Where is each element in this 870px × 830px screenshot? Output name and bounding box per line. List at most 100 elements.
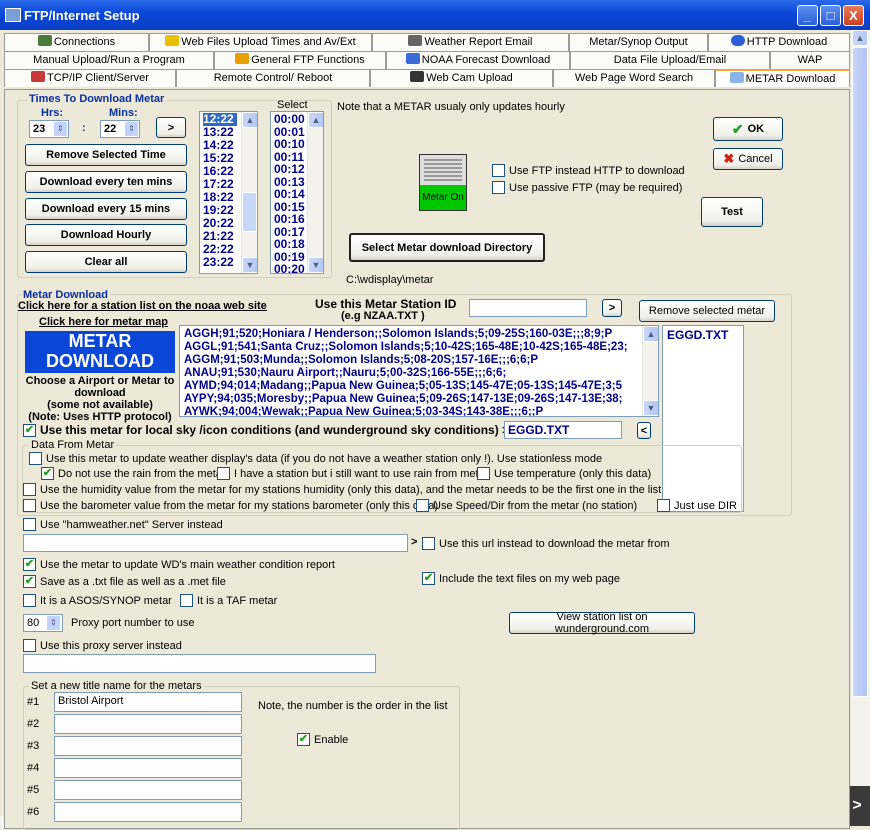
title-input-2[interactable] (54, 714, 242, 734)
proxy-server-checkbox[interactable]: Use this proxy server instead (23, 639, 182, 652)
hrs-spin-icon[interactable]: ⇕ (53, 121, 68, 137)
checkbox-box[interactable] (492, 181, 505, 194)
scroll-down-icon[interactable]: ▼ (242, 257, 257, 273)
list-item[interactable]: AGGH;91;520;Honiara / Henderson;;Solomon… (184, 328, 654, 341)
remove-selected-metar-button[interactable]: Remove selected metar (639, 300, 775, 322)
proxy-server-input[interactable] (23, 654, 376, 673)
select-list-scrollbar[interactable]: ▲ ▼ (307, 112, 323, 273)
checkbox-box[interactable] (477, 467, 490, 480)
maximize-button[interactable]: □ (820, 5, 841, 26)
list-item[interactable]: AGGL;91;541;Santa Cruz;;Solomon Islands;… (184, 341, 654, 354)
mins-spin-icon[interactable]: ⇕ (124, 121, 139, 137)
list-item[interactable]: EGGD.TXT (667, 328, 739, 342)
metar-map-link[interactable]: Click here for metar map (39, 316, 168, 328)
checkbox-box[interactable] (416, 499, 429, 512)
cancel-button[interactable]: ✖ Cancel (713, 148, 783, 170)
checkbox-box[interactable] (422, 537, 435, 550)
tab-web-files-upload[interactable]: Web Files Upload Times and Av/Ext (149, 33, 372, 51)
tab-data-file-upload[interactable]: Data File Upload/Email (570, 51, 770, 69)
scroll-up-icon[interactable]: ▲ (643, 326, 658, 342)
tab-wap[interactable]: WAP (770, 51, 850, 69)
checkbox-box[interactable]: ✔ (297, 733, 310, 746)
stationless-checkbox[interactable]: Use this metar to update weather display… (29, 452, 602, 465)
list-item[interactable]: ANAU;91;530;Nauru Airport;;Nauru;5;00-32… (184, 367, 654, 380)
tab-noaa-forecast[interactable]: NOAA Forecast Download (386, 51, 570, 69)
remove-selected-time-button[interactable]: Remove Selected Time (25, 144, 187, 166)
scroll-up-icon[interactable]: ▲ (242, 112, 257, 128)
tab-metar-synop-output[interactable]: Metar/Synop Output (569, 33, 708, 51)
use-rain-checkbox[interactable]: I have a station but i still want to use… (217, 467, 488, 480)
title-input-6[interactable] (54, 802, 242, 822)
add-time-button[interactable]: > (156, 117, 186, 138)
scroll-down-icon[interactable]: ▼ (643, 400, 658, 416)
station-id-input[interactable] (469, 299, 587, 317)
minimize-button[interactable]: _ (797, 5, 818, 26)
scroll-up-icon[interactable]: ▲ (308, 112, 323, 128)
title-input-3[interactable] (54, 736, 242, 756)
save-txt-checkbox[interactable]: ✔ Save as a .txt file as well as a .met f… (23, 575, 226, 588)
scroll-up-button[interactable]: ▲ (852, 30, 868, 46)
use-speed-dir-checkbox[interactable]: Use Speed/Dir from the metar (no station… (416, 499, 637, 512)
vertical-scrollbar[interactable]: ▲ ▼ (851, 30, 870, 816)
checkbox-box[interactable]: ✔ (422, 572, 435, 585)
title-input-1[interactable]: Bristol Airport (54, 692, 242, 712)
tab-metar-download[interactable]: METAR Download (715, 69, 850, 87)
checkbox-box[interactable] (657, 499, 670, 512)
checkbox-box[interactable] (180, 594, 193, 607)
proxy-spin-icon[interactable]: ⇕ (46, 615, 61, 631)
update-wd-checkbox[interactable]: ✔ Use the metar to update WD's main weath… (23, 558, 335, 571)
checkbox-box[interactable] (23, 639, 36, 652)
tab-weather-report-email[interactable]: Weather Report Email (372, 33, 569, 51)
checkbox-box[interactable] (217, 467, 230, 480)
download-every-ten-button[interactable]: Download every ten mins (25, 171, 187, 193)
checkbox-box[interactable]: ✔ (41, 467, 54, 480)
checkbox-box[interactable] (23, 483, 36, 496)
checkbox-box[interactable]: ✔ (23, 423, 36, 437)
station-list-scrollbar[interactable]: ▲ ▼ (642, 326, 658, 416)
use-barometer-checkbox[interactable]: Use the barometer value from the metar f… (23, 499, 438, 512)
list-item[interactable]: AYWK;94;004;Wewak;;Papua New Guinea;5;03… (184, 406, 654, 416)
local-metar-field[interactable]: EGGD.TXT (504, 421, 622, 439)
no-rain-checkbox[interactable]: ✔ Do not use the rain from the metar (41, 467, 226, 480)
test-button[interactable]: Test (701, 197, 763, 227)
checkbox-box[interactable] (23, 518, 36, 531)
list-item[interactable]: AYPY;94;035;Moresby;;Papua New Guinea;5;… (184, 393, 654, 406)
asos-synop-checkbox[interactable]: It is a ASOS/SYNOP metar (23, 594, 172, 607)
tab-connections[interactable]: Connections (4, 33, 149, 51)
checkbox-box[interactable] (23, 499, 36, 512)
select-minutes-list[interactable]: 00:00 00:01 00:10 00:11 00:12 00:13 00:1… (270, 111, 324, 274)
taf-metar-checkbox[interactable]: It is a TAF metar (180, 594, 277, 607)
scroll-thumb[interactable] (242, 192, 257, 232)
station-id-go-button[interactable]: > (602, 299, 622, 317)
tab-http-download[interactable]: HTTP Download (708, 33, 850, 51)
list-item[interactable]: AGGM;91;503;Munda;;Solomon Islands;5;08-… (184, 354, 654, 367)
download-every-15-button[interactable]: Download every 15 mins (25, 198, 187, 220)
scroll-down-icon[interactable]: ▼ (308, 257, 323, 273)
close-button[interactable]: X (843, 5, 864, 26)
enable-titles-checkbox[interactable]: ✔ Enable (297, 733, 348, 746)
use-local-sky-checkbox[interactable]: ✔ Use this metar for local sky /icon cond… (23, 423, 509, 437)
local-metar-back-button[interactable]: < (637, 422, 651, 439)
times-list-scrollbar[interactable]: ▲ ▼ (241, 112, 257, 273)
tab-web-cam-upload[interactable]: Web Cam Upload (370, 69, 553, 87)
url-arrow[interactable]: > (411, 536, 417, 548)
checkbox-box[interactable] (29, 452, 42, 465)
use-url-checkbox[interactable]: Use this url instead to download the met… (422, 537, 670, 550)
use-humidity-checkbox[interactable]: Use the humidity value from the metar fo… (23, 483, 661, 496)
download-hourly-button[interactable]: Download Hourly (25, 224, 187, 246)
checkbox-box[interactable]: ✔ (23, 575, 36, 588)
noaa-station-link[interactable]: Click here for a station list on the noa… (18, 300, 267, 312)
times-list[interactable]: 12:22 13:22 14:22 15:22 16:22 17:22 18:2… (199, 111, 258, 274)
tab-tcpip[interactable]: TCP/IP Client/Server (4, 69, 176, 87)
metar-url-input[interactable] (23, 534, 408, 552)
tab-general-ftp[interactable]: General FTP Functions (214, 51, 386, 69)
use-temperature-checkbox[interactable]: Use temperature (only this data) (477, 467, 651, 480)
scroll-thumb[interactable] (852, 47, 868, 697)
include-text-files-checkbox[interactable]: ✔ Include the text files on my web page (422, 572, 620, 585)
title-input-4[interactable] (54, 758, 242, 778)
passive-ftp-checkbox[interactable]: Use passive FTP (may be required) (492, 181, 682, 194)
title-input-5[interactable] (54, 780, 242, 800)
just-use-dir-checkbox[interactable]: Just use DIR (657, 499, 737, 512)
clear-all-button[interactable]: Clear all (25, 251, 187, 273)
tab-manual-upload[interactable]: Manual Upload/Run a Program (4, 51, 214, 69)
